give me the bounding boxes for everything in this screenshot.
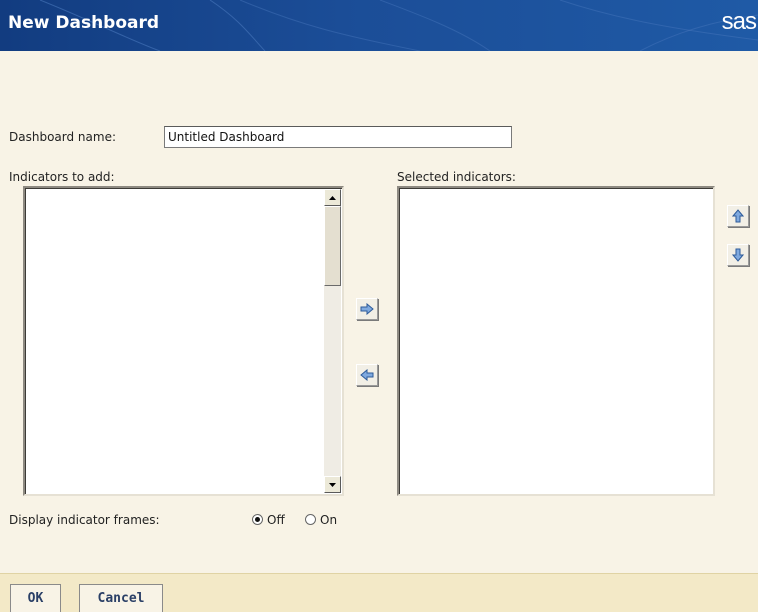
scroll-down-icon [329,482,336,487]
display-frames-label: Display indicator frames: [9,513,160,527]
move-down-button[interactable] [727,244,749,266]
scroll-up-icon [329,195,336,200]
dashboard-name-input[interactable] [164,126,512,148]
title-bar: New Dashboard sas [0,0,758,51]
indicators-to-add-list[interactable] [23,186,344,496]
move-up-button[interactable] [727,205,749,227]
selected-indicators-label: Selected indicators: [397,170,516,184]
window-title: New Dashboard [8,13,160,33]
dialog-footer: OK Cancel [0,573,758,612]
frames-on-label: On [320,513,338,527]
indicators-list-scrollbar[interactable] [324,189,341,493]
scroll-thumb[interactable] [324,206,341,286]
selected-indicators-list[interactable] [397,186,715,496]
sas-logo: sas [721,8,757,35]
scroll-up-button[interactable] [324,189,341,206]
add-indicator-button[interactable] [356,298,378,320]
ok-button[interactable]: OK [10,584,61,612]
remove-indicator-button[interactable] [356,364,378,386]
dashboard-name-label: Dashboard name: [9,130,116,144]
arrow-right-icon [360,303,374,315]
frames-off-label: Off [267,513,285,527]
frames-off-radio[interactable] [252,514,263,525]
arrow-up-icon [732,209,744,223]
arrow-left-icon [360,369,374,381]
indicators-to-add-label: Indicators to add: [9,170,115,184]
cancel-button[interactable]: Cancel [79,584,163,612]
scroll-down-button[interactable] [324,476,341,493]
arrow-down-icon [732,248,744,262]
frames-on-radio[interactable] [305,514,316,525]
